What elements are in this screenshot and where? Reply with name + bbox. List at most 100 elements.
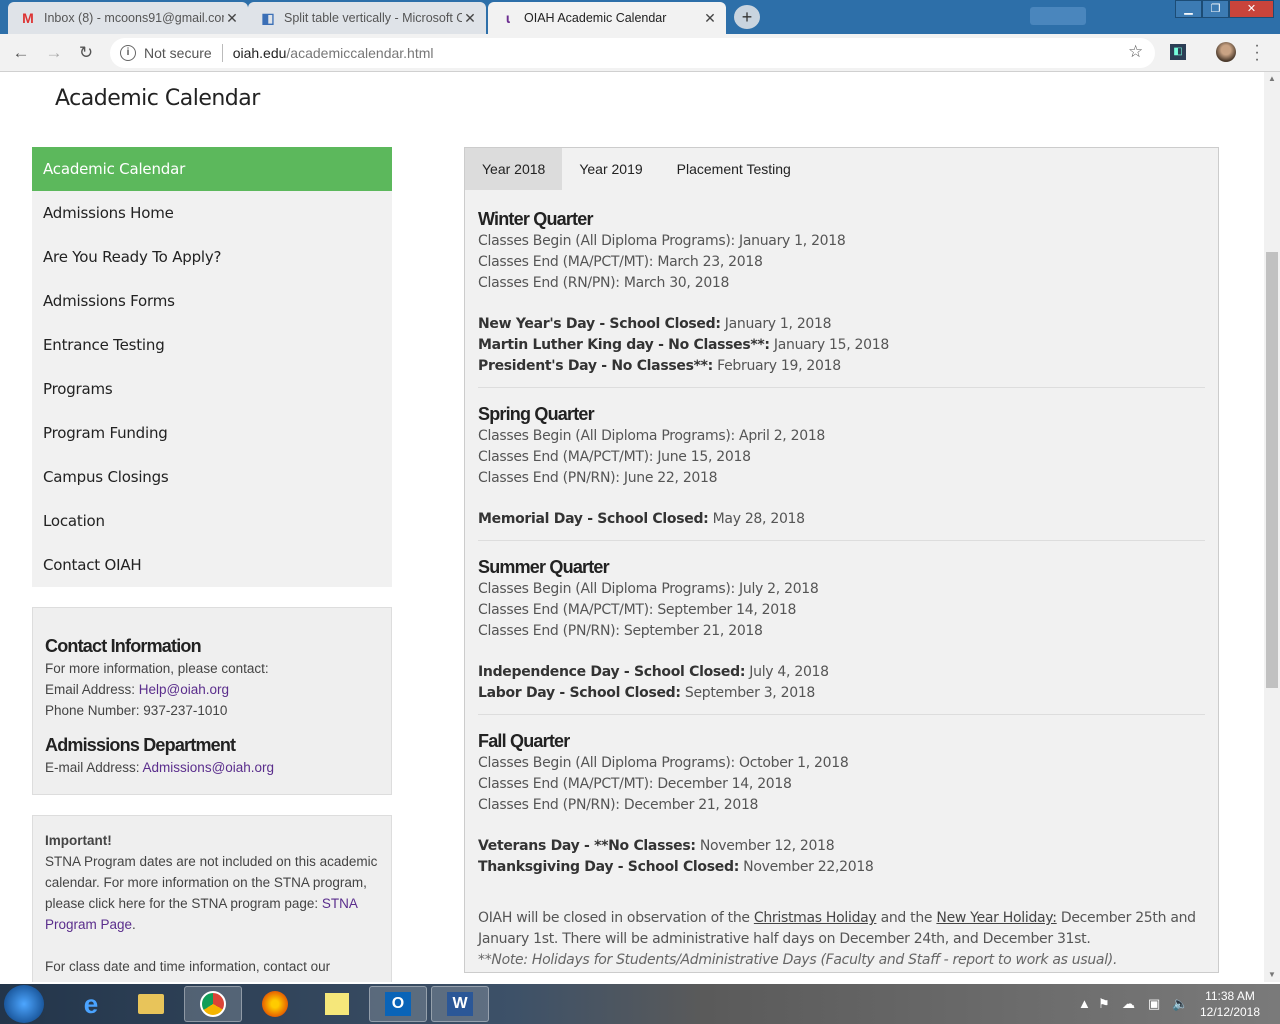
contact-info-box: Contact Information For more information… bbox=[32, 607, 392, 795]
info-icon[interactable]: i bbox=[120, 45, 136, 61]
office-icon: ◧ bbox=[261, 10, 275, 26]
tab-label: Inbox (8) - mcoons91@gmail.com bbox=[44, 11, 224, 25]
onedrive-icon[interactable]: ☁ bbox=[1122, 996, 1135, 1012]
security-label: Not secure bbox=[144, 45, 212, 61]
back-icon[interactable]: ← bbox=[10, 42, 32, 64]
firefox-icon[interactable] bbox=[246, 986, 304, 1022]
holiday-date: November 12, 2018 bbox=[695, 838, 835, 854]
browser-tab-strip: M Inbox (8) - mcoons91@gmail.com ✕ ◧ Spl… bbox=[0, 0, 1280, 34]
close-window-button[interactable]: ✕ bbox=[1229, 0, 1274, 18]
page-scrollbar[interactable]: ▲ ▼ bbox=[1264, 72, 1280, 982]
tab-label: Split table vertically - Microsoft C bbox=[284, 11, 462, 25]
holiday-date: November 22,2018 bbox=[739, 859, 874, 875]
kebab-menu-icon[interactable]: · · · bbox=[1252, 38, 1262, 68]
ie-icon[interactable]: e bbox=[62, 986, 120, 1022]
sidebar-item-ready-to-apply[interactable]: Are You Ready To Apply? bbox=[32, 235, 392, 279]
important-text-2: For class date and time information, con… bbox=[45, 959, 331, 974]
quarter-title: Spring Quarter bbox=[478, 404, 595, 424]
holiday-date: May 28, 2018 bbox=[708, 511, 805, 527]
bookmark-star-icon[interactable]: ☆ bbox=[1128, 42, 1143, 62]
holiday-footnote: **Note: Holidays for Students/Administra… bbox=[478, 950, 1205, 971]
tab-year-2019[interactable]: Year 2019 bbox=[562, 148, 659, 190]
class-date-line: Classes End (MA/PCT/MT): September 14, 2… bbox=[478, 602, 797, 618]
holiday-name: Memorial Day - School Closed: bbox=[478, 511, 709, 527]
tab-year-2018[interactable]: Year 2018 bbox=[465, 148, 563, 190]
page-title: Academic Calendar bbox=[55, 86, 260, 111]
sticky-notes-icon[interactable] bbox=[308, 986, 366, 1022]
system-clock[interactable]: 11:38 AM 12/12/2018 bbox=[1195, 988, 1265, 1020]
sidebar-item-academic-calendar[interactable]: Academic Calendar bbox=[32, 147, 392, 191]
help-email-link[interactable]: Help@oiah.org bbox=[139, 682, 229, 697]
url-path: /academiccalendar.html bbox=[286, 45, 434, 61]
tab-label: OIAH Academic Calendar bbox=[524, 11, 667, 25]
scroll-down-icon[interactable]: ▼ bbox=[1264, 968, 1280, 982]
email-label: Email Address: bbox=[45, 682, 139, 697]
holiday-date: January 15, 2018 bbox=[769, 337, 889, 353]
note-mid: and the bbox=[876, 910, 937, 926]
sidebar-item-programs[interactable]: Programs bbox=[32, 367, 392, 411]
url-host: oiah.edu bbox=[232, 45, 287, 61]
flag-icon[interactable]: ⚑ bbox=[1098, 996, 1110, 1012]
class-date-line: Classes End (MA/PCT/MT): March 23, 2018 bbox=[478, 254, 763, 270]
sidebar-item-campus-closings[interactable]: Campus Closings bbox=[32, 455, 392, 499]
contact-phone: Phone Number: 937-237-1010 bbox=[45, 703, 228, 718]
browser-toolbar: ← → ↻ i Not secure oiah.edu/academiccale… bbox=[0, 34, 1280, 72]
start-icon[interactable] bbox=[4, 985, 44, 1023]
outlook-icon[interactable]: O bbox=[369, 986, 427, 1022]
holiday-line: Memorial Day - School Closed: May 28, 20… bbox=[478, 509, 1205, 530]
holiday-date: February 19, 2018 bbox=[712, 358, 841, 374]
important-heading: Important! bbox=[45, 833, 112, 848]
address-bar[interactable]: i Not secure oiah.edu/academiccalendar.h… bbox=[110, 38, 1155, 68]
browser-tab-gmail[interactable]: M Inbox (8) - mcoons91@gmail.com ✕ bbox=[8, 2, 248, 34]
close-icon[interactable]: ✕ bbox=[462, 10, 478, 27]
close-icon[interactable]: ✕ bbox=[702, 10, 718, 27]
word-icon[interactable]: W bbox=[431, 986, 489, 1022]
quarter-title: Summer Quarter bbox=[478, 557, 610, 577]
christmas-holiday-link[interactable]: Christmas Holiday bbox=[754, 910, 877, 926]
scroll-up-icon[interactable]: ▲ bbox=[1264, 72, 1280, 86]
reload-icon[interactable]: ↻ bbox=[75, 42, 97, 64]
network-icon[interactable]: ▣ bbox=[1148, 996, 1160, 1012]
sidebar-item-location[interactable]: Location bbox=[32, 499, 392, 543]
extension-icon[interactable]: ◧ bbox=[1170, 44, 1186, 60]
holiday-date: January 1, 2018 bbox=[720, 316, 832, 332]
admissions-email-label: E-mail Address: bbox=[45, 760, 143, 775]
sidebar-item-admissions-forms[interactable]: Admissions Forms bbox=[32, 279, 392, 323]
explorer-icon[interactable] bbox=[122, 986, 180, 1022]
sidebar-item-program-funding[interactable]: Program Funding bbox=[32, 411, 392, 455]
new-year-holiday-link[interactable]: New Year Holiday: bbox=[936, 910, 1057, 926]
holiday-line: New Year's Day - School Closed: January … bbox=[478, 314, 1205, 335]
holiday-name: President's Day - No Classes**: bbox=[478, 358, 713, 374]
new-tab-button[interactable]: + bbox=[734, 5, 760, 29]
quarter-section: Winter Quarter Classes Begin (All Diploma… bbox=[478, 209, 1205, 388]
minimize-button[interactable]: ▁ bbox=[1175, 0, 1202, 18]
volume-icon[interactable]: 🔈 bbox=[1172, 996, 1188, 1012]
forward-icon[interactable]: → bbox=[43, 42, 65, 64]
profile-pill[interactable] bbox=[1030, 7, 1086, 25]
closing-note: OIAH will be closed in observation of th… bbox=[478, 908, 1205, 950]
sidebar-item-admissions-home[interactable]: Admissions Home bbox=[32, 191, 392, 235]
avatar[interactable] bbox=[1216, 42, 1236, 62]
browser-tab-microsoft[interactable]: ◧ Split table vertically - Microsoft C ✕ bbox=[248, 2, 486, 34]
chrome-icon[interactable] bbox=[184, 986, 242, 1022]
admissions-email-link[interactable]: Admissions@oiah.org bbox=[143, 760, 275, 775]
holiday-date: July 4, 2018 bbox=[745, 664, 829, 680]
important-box: Important! STNA Program dates are not in… bbox=[32, 815, 392, 982]
oiah-icon: ɩ bbox=[506, 10, 510, 26]
sidebar-item-contact-oiah[interactable]: Contact OIAH bbox=[32, 543, 392, 587]
holiday-name: Thanksgiving Day - School Closed: bbox=[478, 859, 740, 875]
holiday-line: Independence Day - School Closed: July 4… bbox=[478, 662, 1205, 683]
maximize-button[interactable]: ❐ bbox=[1202, 0, 1229, 18]
scrollbar-thumb[interactable] bbox=[1266, 252, 1278, 688]
footnote-text: **Note: Holidays for Students/Administra… bbox=[478, 952, 1118, 968]
close-icon[interactable]: ✕ bbox=[224, 10, 240, 27]
sidebar-item-entrance-testing[interactable]: Entrance Testing bbox=[32, 323, 392, 367]
holiday-line: Veterans Day - **No Classes: November 12… bbox=[478, 836, 1205, 857]
tab-placement-testing[interactable]: Placement Testing bbox=[660, 148, 808, 190]
note-pre: OIAH will be closed in observation of th… bbox=[478, 910, 754, 926]
contact-heading: Contact Information bbox=[45, 636, 202, 656]
tray-arrow-icon[interactable]: ▲ bbox=[1078, 996, 1091, 1011]
contact-email-row: Email Address: Help@oiah.org bbox=[45, 679, 379, 700]
browser-tab-oiah[interactable]: ɩ OIAH Academic Calendar ✕ bbox=[488, 2, 726, 34]
holiday-name: Independence Day - School Closed: bbox=[478, 664, 746, 680]
